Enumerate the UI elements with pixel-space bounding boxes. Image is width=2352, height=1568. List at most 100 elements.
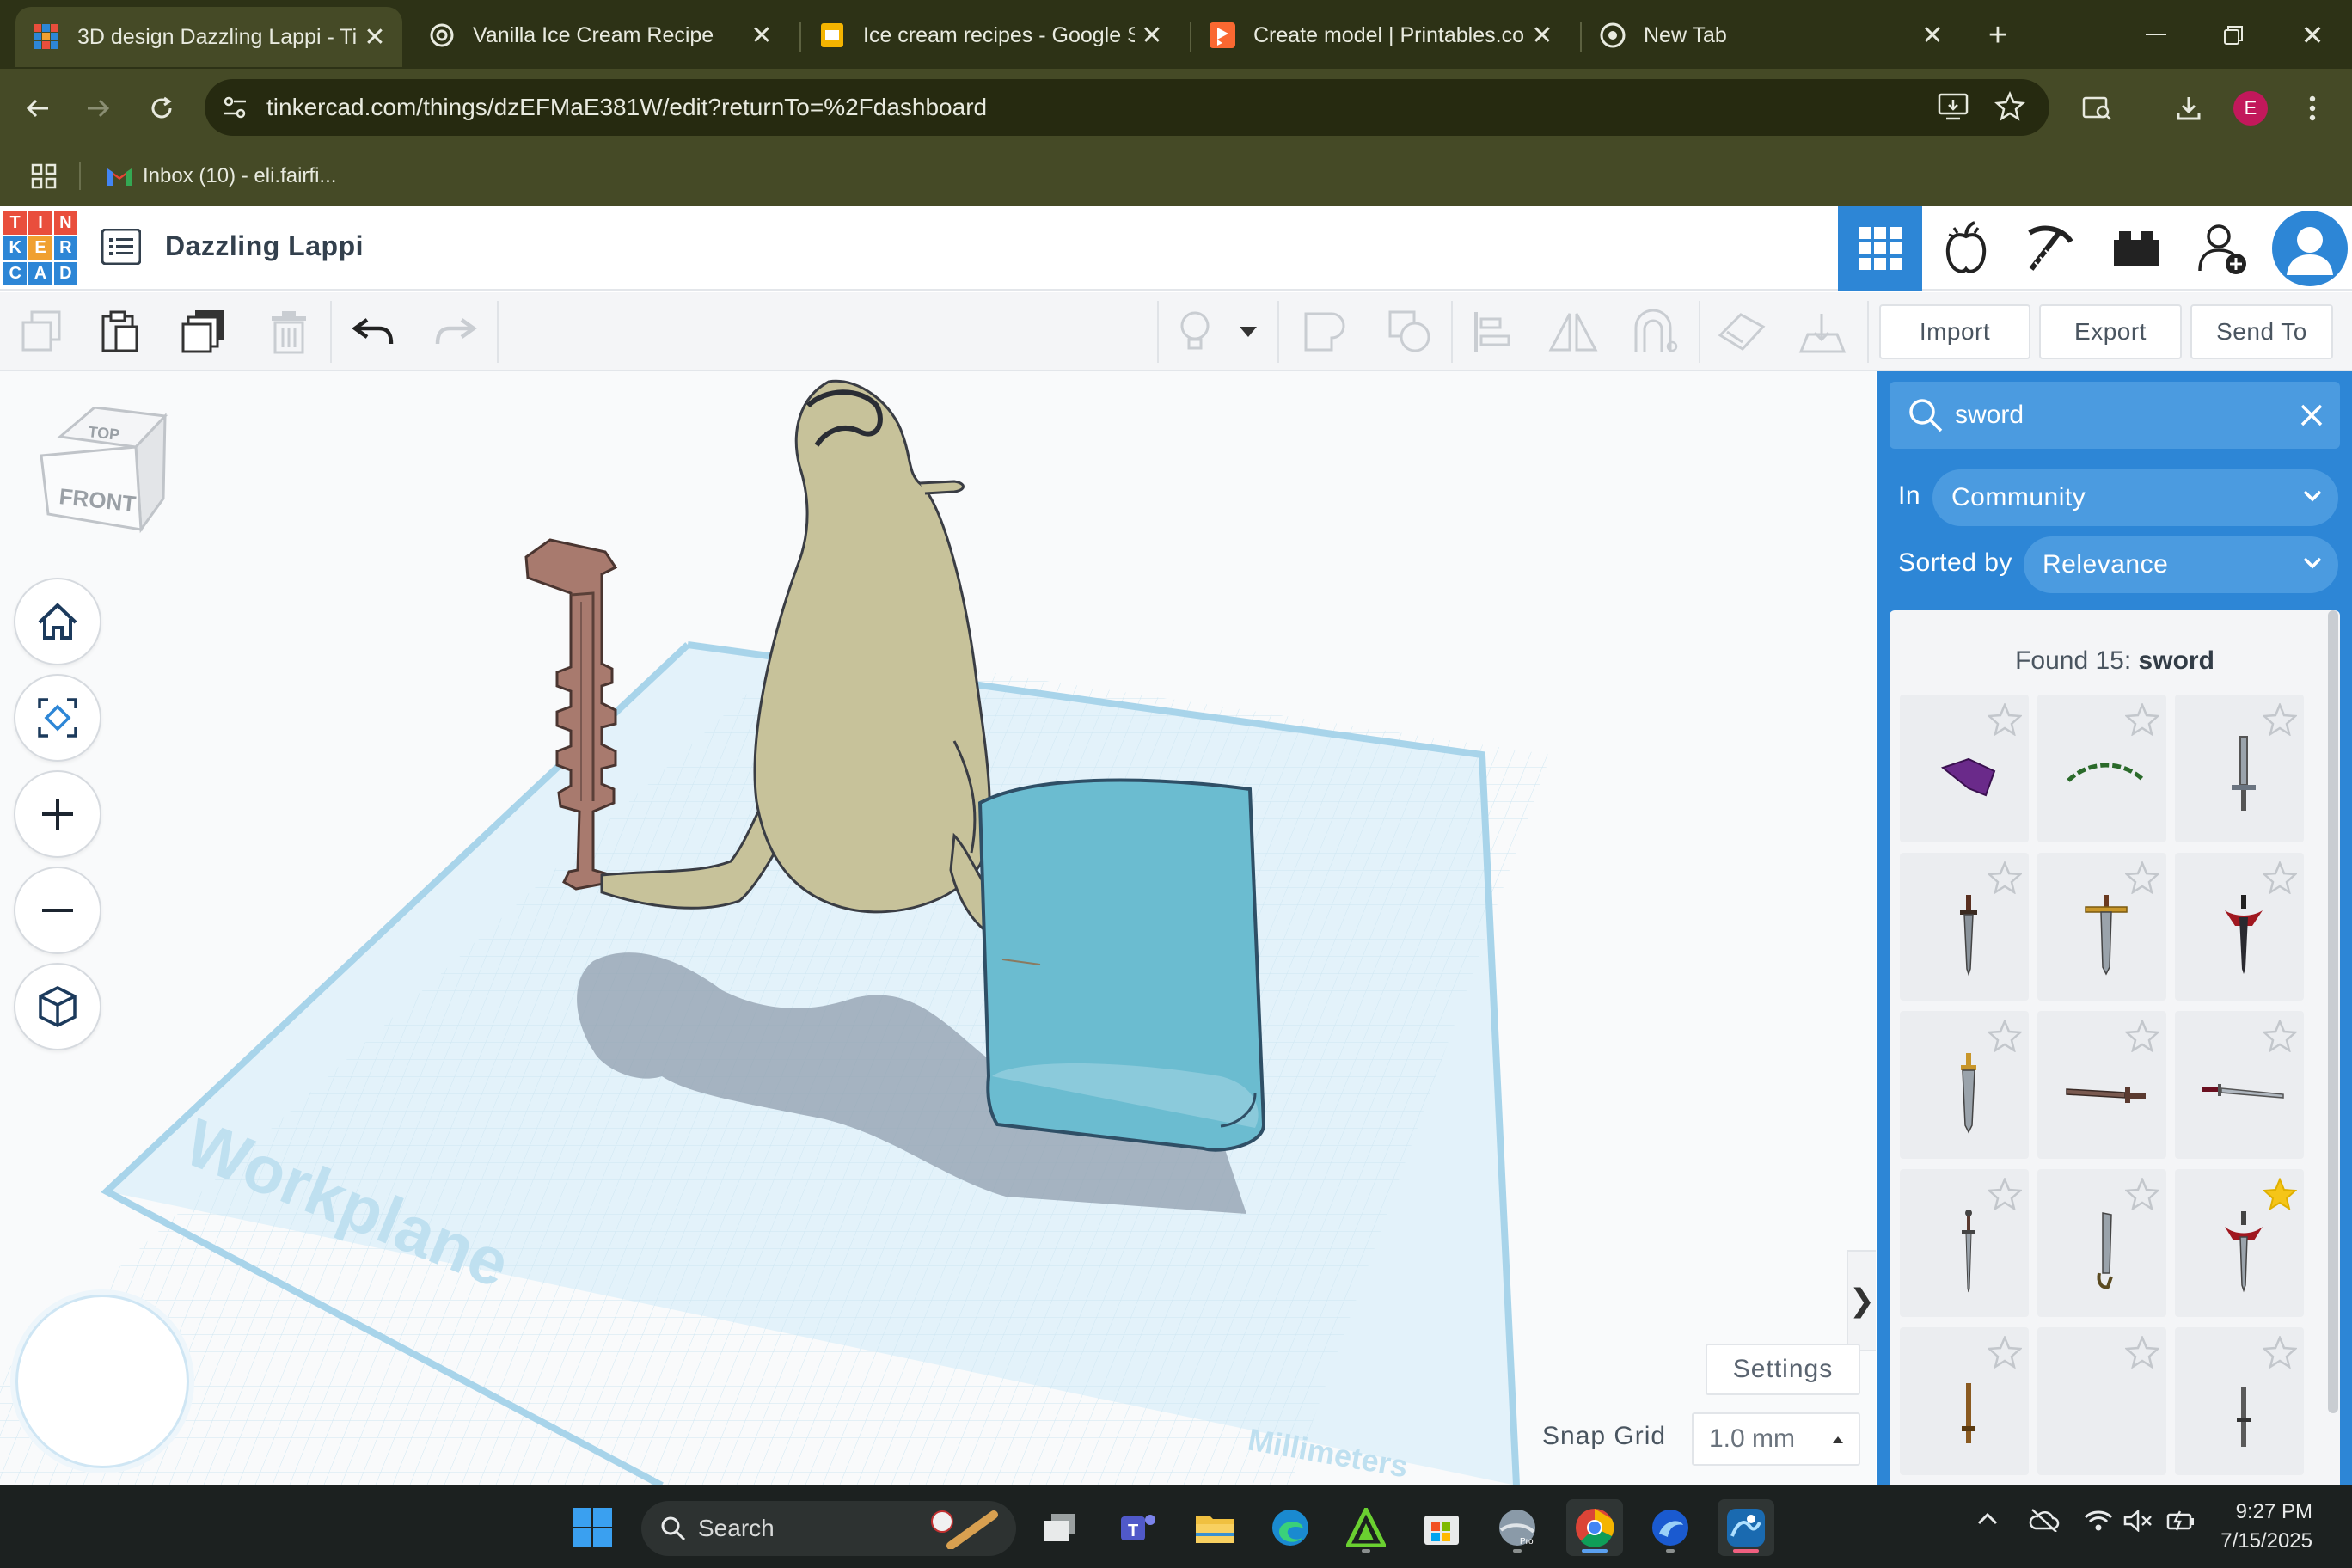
teams-icon[interactable]: T — [1109, 1499, 1166, 1556]
redo-icon[interactable] — [430, 306, 481, 358]
close-window-icon[interactable]: ✕ — [2287, 12, 2338, 58]
scene-canvas[interactable]: Workplane Millimeters — [0, 371, 1876, 1485]
fit-view-button[interactable] — [14, 674, 101, 762]
group-icon[interactable] — [1298, 306, 1350, 358]
result-card[interactable] — [2175, 695, 2304, 842]
apps-grid-icon[interactable] — [31, 163, 57, 189]
battery-charging-icon[interactable] — [2166, 1510, 2196, 1532]
tab-google-slides[interactable]: Ice cream recipes - Google Sl ✕ — [801, 9, 1179, 62]
send-to-button[interactable]: Send To — [2190, 304, 2333, 359]
site-settings-icon[interactable] — [220, 93, 249, 122]
cruise-icon[interactable] — [1630, 306, 1681, 358]
start-button[interactable] — [564, 1499, 621, 1556]
zoom-in-button[interactable] — [14, 770, 101, 858]
edge-icon[interactable] — [1262, 1499, 1319, 1556]
copy-icon[interactable] — [15, 306, 67, 358]
minecraft-button[interactable] — [2008, 206, 2092, 291]
minimize-icon[interactable] — [2130, 12, 2182, 58]
result-card[interactable] — [2037, 695, 2166, 842]
forward-icon[interactable] — [74, 84, 122, 132]
3d-view-button[interactable] — [1838, 206, 1922, 291]
results-scrollbar[interactable] — [2328, 610, 2338, 1413]
body-shape[interactable] — [753, 379, 991, 914]
new-tab-button[interactable]: + — [1972, 12, 2024, 58]
cylinder-shape[interactable] — [977, 778, 1266, 1152]
bricks-button[interactable] — [2094, 206, 2178, 291]
sketchup-icon[interactable] — [1642, 1499, 1699, 1556]
restore-icon[interactable] — [2208, 12, 2259, 58]
close-tab-icon[interactable]: ✕ — [358, 20, 392, 54]
3d-viewport[interactable]: Workplane Millimeters TOP FRONT ❯ Settin… — [0, 371, 1876, 1485]
star-icon[interactable] — [2125, 1336, 2159, 1369]
tab-tinkercad[interactable]: 3D design Dazzling Lappi - Ti ✕ — [15, 7, 402, 67]
address-bar[interactable]: tinkercad.com/things/dzEFMaE381W/edit?re… — [205, 79, 2049, 136]
paste-icon[interactable] — [95, 306, 146, 358]
profile-avatar[interactable]: E — [2226, 84, 2275, 132]
result-card[interactable] — [1900, 1327, 2029, 1475]
result-card[interactable] — [1900, 1169, 2029, 1317]
clear-search-icon[interactable] — [2300, 404, 2323, 426]
tab-search-icon[interactable] — [2073, 84, 2122, 132]
file-explorer-icon[interactable] — [1186, 1499, 1243, 1556]
kebab-menu-icon[interactable] — [2288, 84, 2337, 132]
undo-icon[interactable] — [347, 306, 399, 358]
back-icon[interactable] — [14, 84, 62, 132]
mirror-icon[interactable] — [1547, 306, 1599, 358]
tinkercad-app-icon[interactable] — [1718, 1499, 1774, 1556]
delete-icon[interactable] — [263, 306, 315, 358]
sort-dropdown[interactable]: Relevance — [2024, 536, 2338, 593]
volume-muted-icon[interactable] — [2123, 1510, 2154, 1532]
lightbulb-icon[interactable] — [1169, 306, 1221, 358]
snap-grid-select[interactable]: 1.0 mm — [1692, 1412, 1860, 1466]
result-card[interactable] — [2037, 1169, 2166, 1317]
microsoft-store-icon[interactable] — [1413, 1499, 1470, 1556]
result-card[interactable] — [1900, 1011, 2029, 1159]
wifi-icon[interactable] — [2084, 1510, 2113, 1532]
close-tab-icon[interactable]: ✕ — [1915, 18, 1950, 52]
ungroup-icon[interactable] — [1384, 306, 1436, 358]
orbit-control[interactable] — [15, 1295, 189, 1468]
invite-user-button[interactable] — [2180, 206, 2264, 291]
result-card[interactable] — [2175, 1327, 2304, 1475]
chrome-icon[interactable] — [1566, 1499, 1623, 1556]
taskbar-search[interactable]: Search — [641, 1501, 1016, 1556]
bookmark-gmail[interactable]: Inbox (10) - eli.fairfi... — [107, 164, 336, 188]
google-earth-icon[interactable]: Pro — [1489, 1499, 1546, 1556]
duplicate-icon[interactable] — [179, 306, 230, 358]
workplane-tool-icon[interactable] — [1716, 306, 1767, 358]
search-input[interactable]: sword — [1890, 382, 2340, 449]
sim-lab-button[interactable] — [1924, 206, 2008, 291]
close-tab-icon[interactable]: ✕ — [1135, 18, 1169, 52]
tab-new-tab[interactable]: New Tab ✕ — [1582, 9, 1960, 62]
zoom-out-button[interactable] — [14, 867, 101, 954]
install-app-icon[interactable] — [1938, 93, 1969, 122]
ortho-view-button[interactable] — [14, 963, 101, 1050]
tab-printables[interactable]: Create model | Printables.com ✕ — [1191, 9, 1570, 62]
tinkercad-logo[interactable]: T I N K E R C A D — [3, 211, 77, 285]
result-card[interactable] — [2175, 1169, 2304, 1317]
close-tab-icon[interactable]: ✕ — [744, 18, 779, 52]
result-card[interactable] — [2037, 1327, 2166, 1475]
downloads-icon[interactable] — [2165, 84, 2213, 132]
close-tab-icon[interactable]: ✕ — [1525, 18, 1559, 52]
reload-icon[interactable] — [138, 84, 186, 132]
settings-button[interactable]: Settings — [1706, 1344, 1860, 1395]
bookmark-star-icon[interactable] — [1994, 91, 2025, 122]
result-card[interactable] — [2175, 1011, 2304, 1159]
result-card[interactable] — [2037, 1011, 2166, 1159]
view-cube[interactable]: TOP FRONT — [34, 407, 172, 554]
vectorworks-icon[interactable] — [1338, 1499, 1394, 1556]
tab-recipe[interactable]: Vanilla Ice Cream Recipe ✕ — [411, 9, 789, 62]
home-view-button[interactable] — [14, 578, 101, 665]
design-title[interactable]: Dazzling Lappi — [165, 230, 364, 262]
result-card[interactable] — [1900, 853, 2029, 1001]
export-button[interactable]: Export — [2039, 304, 2182, 359]
result-card[interactable] — [1900, 695, 2029, 842]
task-view-icon[interactable] — [1032, 1499, 1088, 1556]
align-icon[interactable] — [1467, 306, 1518, 358]
collapse-panel-button[interactable]: ❯ — [1847, 1250, 1876, 1351]
result-card[interactable] — [2175, 853, 2304, 1001]
ruler-icon[interactable] — [1797, 306, 1848, 358]
chevron-down-icon[interactable] — [1231, 306, 1265, 358]
result-card[interactable] — [2037, 853, 2166, 1001]
